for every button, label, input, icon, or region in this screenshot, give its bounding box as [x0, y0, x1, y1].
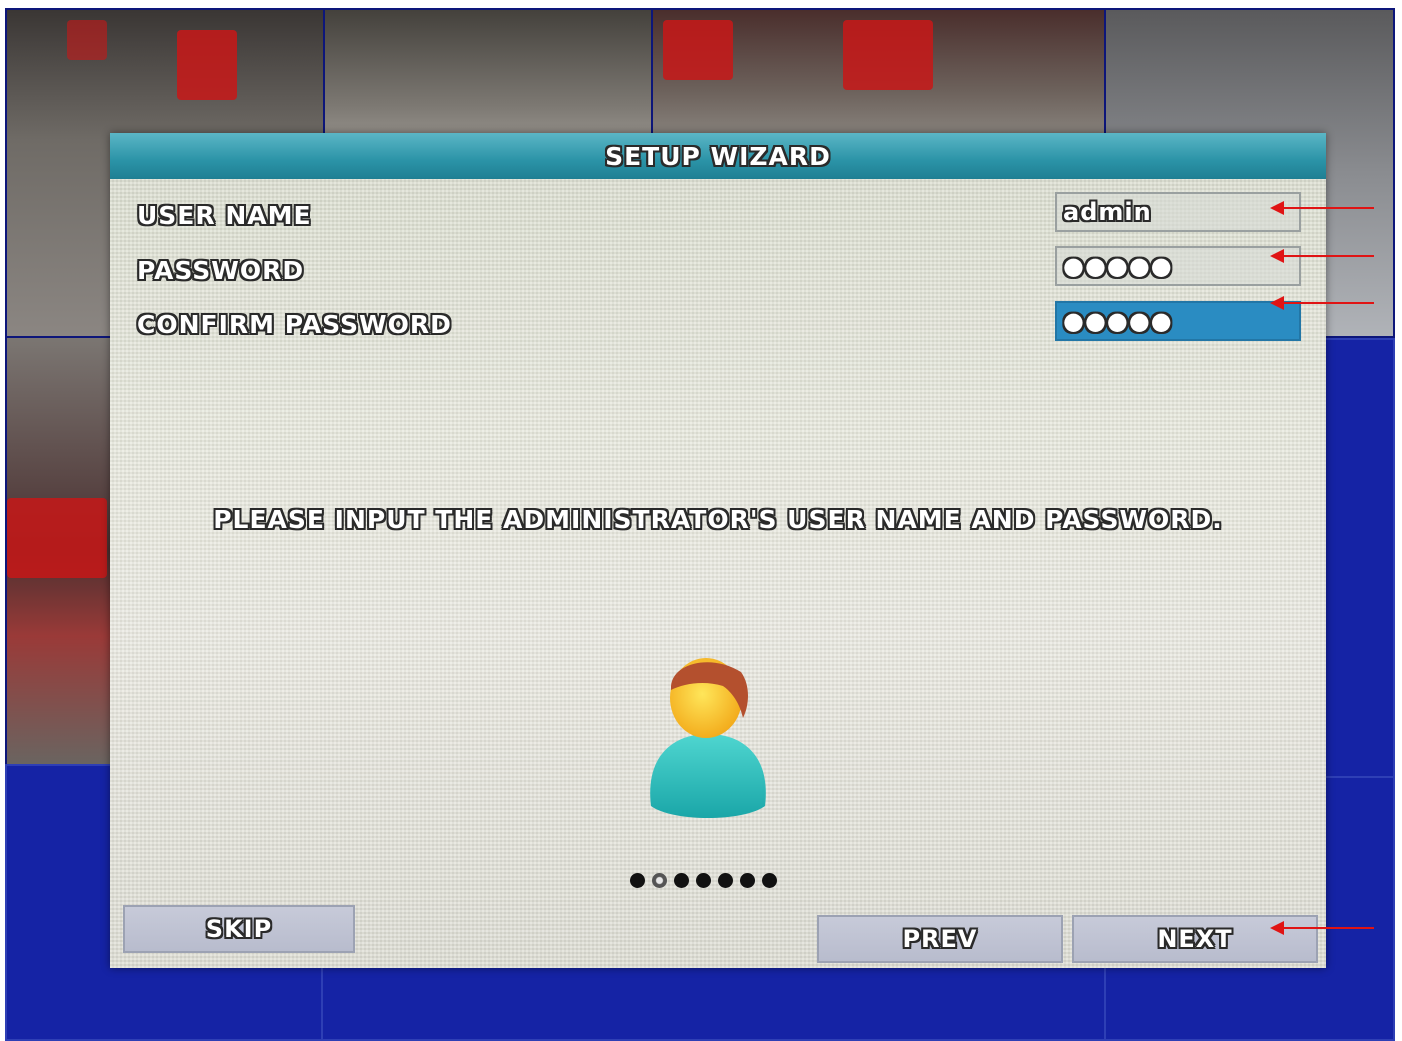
- user-name-label: USER NAME: [137, 201, 312, 230]
- confirm-password-label: CONFIRM PASSWORD: [137, 310, 452, 339]
- progress-dot: [718, 873, 733, 888]
- annotation-arrow: [1270, 921, 1374, 935]
- user-name-field[interactable]: admin: [1055, 192, 1301, 232]
- password-value: ●●●●●: [1063, 252, 1173, 280]
- prev-button[interactable]: PREV: [817, 915, 1063, 963]
- next-button-label: NEXT: [1157, 925, 1233, 953]
- confirm-password-field[interactable]: ●●●●●: [1055, 301, 1301, 341]
- progress-dot: [630, 873, 645, 888]
- dialog-title: SETUP WIZARD: [605, 141, 831, 171]
- annotation-arrow: [1270, 201, 1374, 215]
- setup-wizard-dialog: SETUP WIZARD USER NAME admin PASSWORD ●●…: [110, 133, 1326, 968]
- password-field[interactable]: ●●●●●: [1055, 246, 1301, 286]
- progress-dot: [740, 873, 755, 888]
- password-label: PASSWORD: [137, 256, 305, 285]
- camera-feed-2: [323, 8, 653, 148]
- camera-feed-5: [5, 336, 115, 766]
- progress-dot-current: [652, 873, 667, 888]
- dialog-title-bar: SETUP WIZARD: [110, 133, 1326, 179]
- instruction-message: PLEASE INPUT THE ADMINISTRATOR'S USER NA…: [213, 505, 1223, 534]
- user-name-value: admin: [1063, 198, 1152, 226]
- skip-button[interactable]: SKIP: [123, 905, 355, 953]
- wizard-progress-indicator: [630, 873, 777, 888]
- skip-button-label: SKIP: [205, 915, 273, 943]
- prev-button-label: PREV: [902, 925, 978, 953]
- progress-dot: [762, 873, 777, 888]
- progress-dot: [674, 873, 689, 888]
- admin-user-avatar-icon: [650, 658, 766, 818]
- camera-feed-3: [651, 8, 1106, 148]
- confirm-password-value: ●●●●●: [1063, 307, 1173, 335]
- annotation-arrow: [1270, 296, 1374, 310]
- progress-dot: [696, 873, 711, 888]
- annotation-arrow: [1270, 249, 1374, 263]
